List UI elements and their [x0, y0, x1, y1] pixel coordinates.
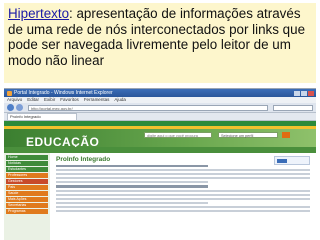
content-line — [56, 177, 310, 180]
search-go-button[interactable] — [282, 132, 290, 138]
tab-bar: Proinfo Integrado — [4, 113, 316, 121]
site-sidebar: Home Notícias Estudantes Professores Ges… — [4, 153, 50, 240]
sidebar-item[interactable]: Mais Ações — [6, 197, 48, 202]
tab-proinfo[interactable]: Proinfo Integrado — [7, 113, 77, 120]
sidebar-item[interactable]: Pais — [6, 185, 48, 190]
sidebar-item[interactable]: Professores — [6, 173, 48, 178]
content-line — [56, 193, 310, 196]
sidebar-item[interactable]: Gestores — [6, 179, 48, 184]
content-line — [56, 209, 310, 212]
content-line — [56, 173, 310, 176]
browser-toolbar: http://portal.mec.gov.br/ — [4, 103, 316, 113]
content-line — [56, 201, 209, 204]
close-icon[interactable] — [308, 90, 314, 96]
sidebar-item[interactable]: Programas — [6, 209, 48, 214]
content-line — [56, 205, 310, 208]
site-body: Home Notícias Estudantes Professores Ges… — [4, 153, 316, 240]
menu-item[interactable]: Ferramentas — [84, 97, 110, 103]
browser-icon — [7, 90, 12, 96]
content-line — [56, 197, 310, 200]
sidebar-item[interactable]: Notícias — [6, 161, 48, 166]
maximize-icon[interactable] — [301, 90, 307, 96]
menu-item[interactable]: Favoritos — [60, 97, 79, 103]
website: EDUCAÇÃO digite aqui o que você procura … — [4, 121, 316, 240]
menu-item[interactable]: Editar — [27, 97, 39, 103]
forward-icon[interactable] — [16, 104, 23, 111]
content-heading — [56, 165, 209, 168]
address-bar[interactable]: http://portal.mec.gov.br/ — [28, 104, 268, 111]
menu-item[interactable]: Ajuda — [114, 97, 126, 103]
back-icon[interactable] — [7, 104, 14, 111]
program-banner-image — [274, 156, 310, 165]
sidebar-item[interactable]: Estudantes — [6, 167, 48, 172]
content-line — [56, 181, 209, 184]
minimize-icon[interactable] — [294, 90, 300, 96]
window-titlebar: Portal Integrado - Windows Internet Expl… — [4, 89, 316, 97]
page-title: ProInfo Integrado — [56, 156, 111, 163]
site-banner: EDUCAÇÃO digite aqui o que você procura … — [4, 129, 316, 153]
browser-screenshot: Portal Integrado - Windows Internet Expl… — [4, 88, 316, 240]
window-controls — [294, 90, 316, 96]
sidebar-item[interactable]: Secretarias — [6, 203, 48, 208]
menu-item[interactable]: Arquivo — [7, 97, 22, 103]
slide-caption: Hipertexto: apresentação de informações … — [4, 3, 316, 83]
site-search-input[interactable]: digite aqui o que você procura — [144, 132, 212, 138]
content-line — [56, 189, 310, 192]
browser-search-input[interactable] — [273, 104, 313, 111]
window-title: Portal Integrado - Windows Internet Expl… — [14, 90, 113, 96]
sidebar-item[interactable]: Saúde — [6, 191, 48, 196]
content-line — [56, 169, 310, 172]
main-content: ProInfo Integrado — [50, 153, 316, 240]
menu-item[interactable]: Exibir — [44, 97, 55, 103]
sidebar-item[interactable]: Home — [6, 155, 48, 160]
profile-select[interactable]: Selecione um perfil — [218, 132, 278, 138]
hipertexto-link[interactable]: Hipertexto — [8, 6, 69, 21]
content-heading — [56, 185, 209, 188]
